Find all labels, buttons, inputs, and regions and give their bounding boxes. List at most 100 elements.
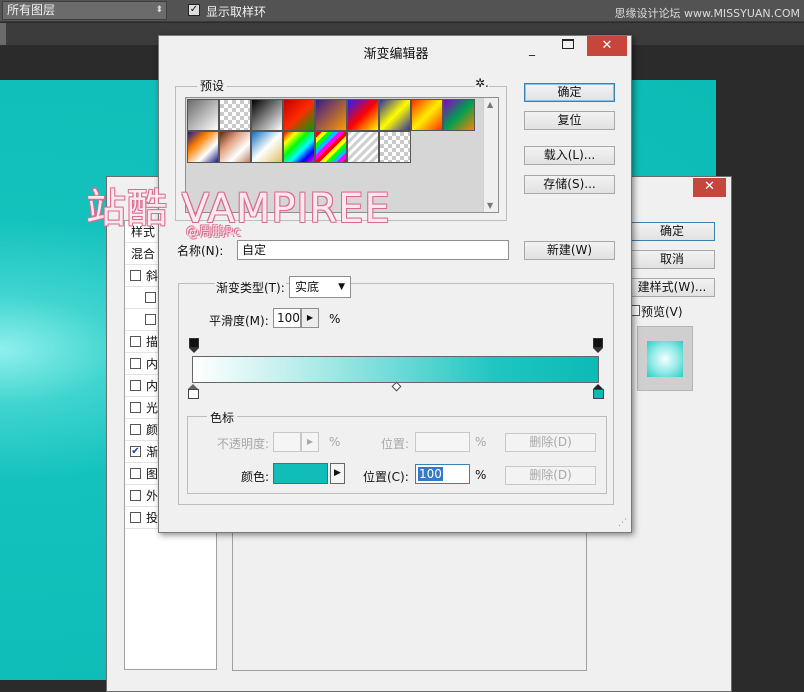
- effect-checkbox[interactable]: [130, 380, 141, 391]
- preset-swatch[interactable]: [315, 131, 347, 163]
- save-button[interactable]: 存储(S)...: [524, 175, 615, 194]
- smoothness-label: 平滑度(M):: [209, 314, 269, 328]
- color-location-value: 100: [418, 467, 443, 481]
- presets-label: 预设: [197, 77, 228, 94]
- preset-swatch[interactable]: [379, 131, 411, 163]
- sample-layers-value: 所有图层: [7, 3, 56, 17]
- new-style-button[interactable]: 建样式(W)...: [629, 278, 715, 297]
- gradient-type-value: 实底: [295, 280, 320, 294]
- preset-swatch[interactable]: [347, 99, 379, 131]
- chevron-down-icon: ▼: [338, 282, 345, 292]
- preset-swatch[interactable]: [219, 131, 251, 163]
- color-stop-left[interactable]: [188, 384, 199, 400]
- preset-swatch[interactable]: [251, 131, 283, 163]
- opacity-stop-left[interactable]: [189, 338, 199, 353]
- preset-swatch[interactable]: [379, 99, 411, 131]
- updown-arrows-icon: ⬍: [155, 5, 163, 15]
- color-menu-arrow-icon[interactable]: ▶: [330, 463, 345, 484]
- opacity-slider-toggle[interactable]: ▶: [301, 432, 319, 452]
- effect-label: 渐: [146, 445, 159, 459]
- new-button[interactable]: 新建(W): [524, 241, 615, 260]
- opacity-input[interactable]: [273, 432, 301, 452]
- opacity-location-label: 位置:: [381, 437, 410, 451]
- preset-swatch[interactable]: [411, 99, 443, 131]
- sample-layers-select[interactable]: 所有图层 ⬍: [2, 1, 167, 20]
- effect-checkbox[interactable]: [130, 270, 141, 281]
- name-label: 名称(N):: [177, 244, 224, 258]
- layer-style-ok-button[interactable]: 确定: [629, 222, 715, 241]
- smoothness-unit: %: [329, 312, 341, 326]
- delete-color-stop-button[interactable]: 删除(D): [505, 466, 596, 485]
- stops-label: 色标: [207, 409, 238, 426]
- gear-icon[interactable]: ✲.: [475, 76, 489, 90]
- color-location-unit: %: [475, 468, 487, 482]
- scroll-down-icon[interactable]: ▼: [487, 201, 493, 210]
- scroll-up-icon[interactable]: ▲: [487, 100, 493, 109]
- watermark-author: @周鹏Rc: [186, 225, 242, 240]
- effect-checkbox[interactable]: [130, 336, 141, 347]
- resize-grip-icon[interactable]: ⋰: [618, 518, 627, 528]
- preset-swatch[interactable]: [347, 131, 379, 163]
- color-location-label: 位置(C):: [363, 470, 409, 484]
- show-sampling-ring-checkbox[interactable]: ✓: [188, 4, 200, 16]
- opacity-stop-right[interactable]: [593, 338, 603, 353]
- effect-label: 描: [146, 335, 159, 349]
- preset-swatch[interactable]: [251, 99, 283, 131]
- effect-label: 斜: [146, 269, 159, 283]
- preset-swatch[interactable]: [443, 99, 475, 131]
- effect-checkbox[interactable]: [130, 358, 141, 369]
- smoothness-input[interactable]: 100: [273, 308, 301, 328]
- name-field[interactable]: 自定: [237, 240, 509, 260]
- gradient-type-label: 渐变类型(T):: [215, 279, 286, 296]
- load-button[interactable]: 载入(L)...: [524, 146, 615, 165]
- preset-swatch[interactable]: [315, 99, 347, 131]
- effect-label: 图: [146, 467, 159, 481]
- show-sampling-ring-label: 显示取样环: [206, 5, 267, 19]
- list-header-blend-label: 混合: [131, 247, 156, 261]
- opacity-location-unit: %: [475, 435, 487, 449]
- effect-label: 投: [146, 511, 159, 525]
- effect-label: 内: [146, 357, 159, 371]
- preset-swatch[interactable]: [187, 99, 219, 131]
- layer-style-cancel-button[interactable]: 取消: [629, 250, 715, 269]
- delete-opacity-stop-button[interactable]: 删除(D): [505, 433, 596, 452]
- effect-checkbox[interactable]: [145, 314, 156, 325]
- smoothness-slider-toggle[interactable]: ▶: [301, 308, 319, 328]
- reset-button[interactable]: 复位: [524, 111, 615, 130]
- layer-style-close-button[interactable]: ✕: [693, 178, 726, 197]
- opacity-location-input[interactable]: [415, 432, 470, 452]
- effect-label: 内: [146, 379, 159, 393]
- effect-checkbox[interactable]: [130, 490, 141, 501]
- gradient-bar[interactable]: [192, 356, 599, 383]
- presets-scrollbar[interactable]: ▲ ▼: [483, 98, 498, 212]
- effect-checkbox[interactable]: [130, 402, 141, 413]
- effect-checkbox[interactable]: [130, 512, 141, 523]
- preset-swatch[interactable]: [219, 99, 251, 131]
- color-label: 颜色:: [241, 470, 270, 484]
- preset-swatch[interactable]: [283, 131, 315, 163]
- effect-label: 颜: [146, 423, 159, 437]
- effect-checkbox[interactable]: [145, 292, 156, 303]
- effect-label: 光: [146, 401, 159, 415]
- effect-checkbox[interactable]: [130, 468, 141, 479]
- color-location-input[interactable]: 100: [415, 464, 470, 484]
- options-bar: 所有图层 ⬍ ✓ 显示取样环 思缘设计论坛 www.MISSYUAN.COM: [0, 0, 804, 22]
- color-stop-right[interactable]: [593, 384, 604, 400]
- preset-swatch[interactable]: [283, 99, 315, 131]
- effect-checkbox[interactable]: ✔: [130, 446, 141, 457]
- site-watermark: 思缘设计论坛 www.MISSYUAN.COM: [614, 7, 800, 20]
- minimize-button[interactable]: _: [529, 42, 535, 56]
- gradient-editor-dialog: 渐变编辑器 _ ✕ 预设 ✲. ▲ ▼ 确定 复位 载入(L)... 存储(S)…: [158, 35, 632, 533]
- style-preview-thumbnail: [637, 326, 693, 391]
- gradient-type-select[interactable]: 实底 ▼: [289, 276, 351, 298]
- stop-color-swatch[interactable]: [273, 463, 328, 484]
- effect-checkbox[interactable]: [130, 424, 141, 435]
- maximize-button[interactable]: [562, 39, 574, 49]
- opacity-label: 不透明度:: [217, 437, 270, 451]
- layer-style-content-panel: [232, 517, 587, 671]
- document-tab[interactable]: [0, 23, 6, 45]
- ok-button[interactable]: 确定: [524, 83, 615, 102]
- close-button[interactable]: ✕: [587, 36, 627, 56]
- preset-swatch[interactable]: [187, 131, 219, 163]
- effect-label: 外: [146, 489, 159, 503]
